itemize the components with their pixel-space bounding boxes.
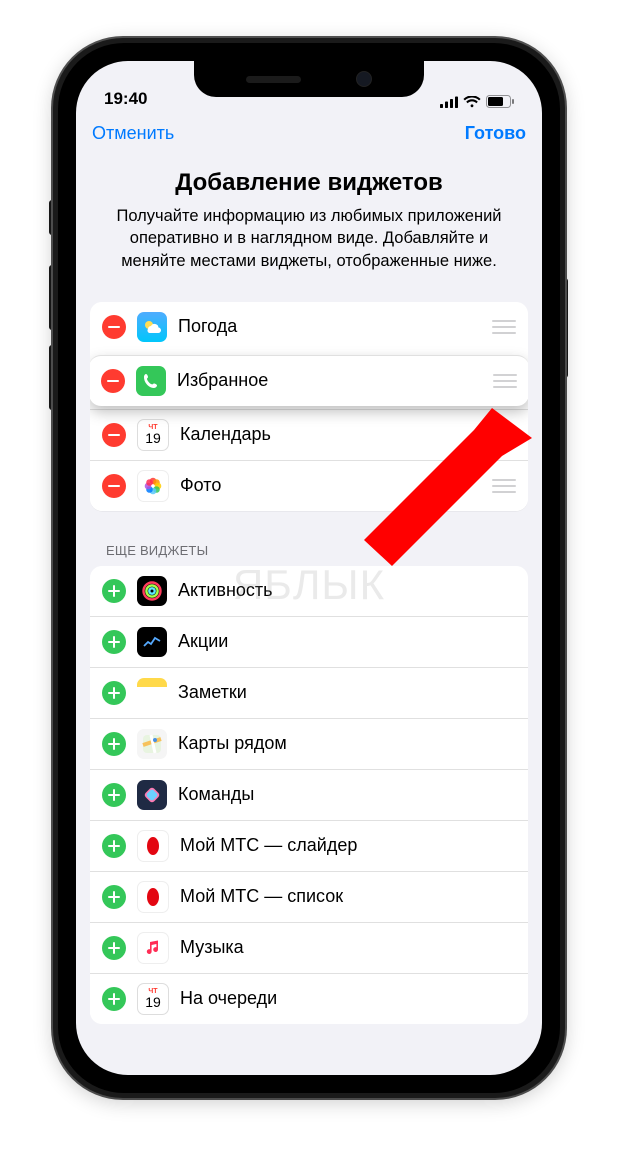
page-title: Добавление виджетов <box>102 169 516 197</box>
widget-label: Заметки <box>178 682 516 703</box>
widget-label: Команды <box>178 784 516 805</box>
widget-row: Акции <box>90 616 528 667</box>
add-button[interactable] <box>102 885 126 909</box>
widget-row: ЧТ19 На очереди <box>90 973 528 1024</box>
add-button[interactable] <box>102 681 126 705</box>
drag-handle-icon[interactable] <box>492 423 516 447</box>
widget-label: Фото <box>180 475 492 496</box>
widget-row: Активность <box>90 566 528 616</box>
notes-icon <box>137 678 167 708</box>
widget-label: Погода <box>178 316 492 337</box>
widget-label: Календарь <box>180 424 492 445</box>
calendar-icon: ЧТ19 <box>137 419 169 451</box>
weather-icon <box>137 312 167 342</box>
phone-frame: 19:40 Отменить Готово Добавление виджето… <box>53 38 565 1098</box>
remove-button[interactable] <box>102 423 126 447</box>
cancel-button[interactable]: Отменить <box>92 123 174 144</box>
active-widgets-list: Погода Избранное ЧТ19 <box>90 302 528 511</box>
widget-label: Музыка <box>180 937 516 958</box>
add-button[interactable] <box>102 936 126 960</box>
status-time: 19:40 <box>104 89 147 109</box>
widget-row: ЧТ19 Календарь <box>90 409 528 460</box>
remove-button[interactable] <box>102 315 126 339</box>
activity-icon <box>137 576 167 606</box>
widget-row: Погода <box>90 302 528 352</box>
add-button[interactable] <box>102 579 126 603</box>
mts-icon <box>137 881 169 913</box>
phone-icon <box>136 366 166 396</box>
widget-row: Карты рядом <box>90 718 528 769</box>
drag-handle-icon[interactable] <box>492 315 516 339</box>
screen: 19:40 Отменить Готово Добавление виджето… <box>76 61 542 1075</box>
widget-label: Карты рядом <box>178 733 516 754</box>
widget-label: Избранное <box>177 370 493 391</box>
widget-label: Акции <box>178 631 516 652</box>
add-button[interactable] <box>102 732 126 756</box>
notch <box>194 61 424 97</box>
widget-row: Команды <box>90 769 528 820</box>
drag-handle-icon[interactable] <box>492 474 516 498</box>
maps-icon <box>137 729 167 759</box>
widget-label: На очереди <box>180 988 516 1009</box>
done-button[interactable]: Готово <box>465 123 526 144</box>
add-button[interactable] <box>102 987 126 1011</box>
wifi-icon <box>463 96 481 108</box>
battery-icon <box>486 95 514 109</box>
add-button[interactable] <box>102 834 126 858</box>
nav-bar: Отменить Готово <box>76 111 542 155</box>
widget-row: Мой МТС — слайдер <box>90 820 528 871</box>
add-button[interactable] <box>102 630 126 654</box>
widget-label: Мой МТС — список <box>180 886 516 907</box>
widget-row: Музыка <box>90 922 528 973</box>
remove-button[interactable] <box>102 474 126 498</box>
photos-icon <box>137 470 169 502</box>
page-subtitle: Получайте информацию из любимых приложен… <box>102 205 516 272</box>
shortcuts-icon <box>137 780 167 810</box>
cellular-icon <box>440 96 458 108</box>
calendar-icon: ЧТ19 <box>137 983 169 1015</box>
mts-icon <box>137 830 169 862</box>
more-widgets-header: ЕЩЕ ВИДЖЕТЫ <box>76 517 542 566</box>
front-camera <box>356 71 372 87</box>
add-button[interactable] <box>102 783 126 807</box>
widget-row: Мой МТС — список <box>90 871 528 922</box>
drag-handle-icon[interactable] <box>493 369 517 393</box>
speaker <box>246 76 301 83</box>
remove-button[interactable] <box>101 369 125 393</box>
widget-row: Фото <box>90 460 528 511</box>
widget-row: Заметки <box>90 667 528 718</box>
widget-label: Мой МТС — слайдер <box>180 835 516 856</box>
widget-row[interactable]: Избранное <box>90 355 528 406</box>
music-icon <box>137 932 169 964</box>
widget-label: Активность <box>178 580 516 601</box>
stocks-icon <box>137 627 167 657</box>
more-widgets-list: Активность Акции Заметки <box>90 566 528 1024</box>
